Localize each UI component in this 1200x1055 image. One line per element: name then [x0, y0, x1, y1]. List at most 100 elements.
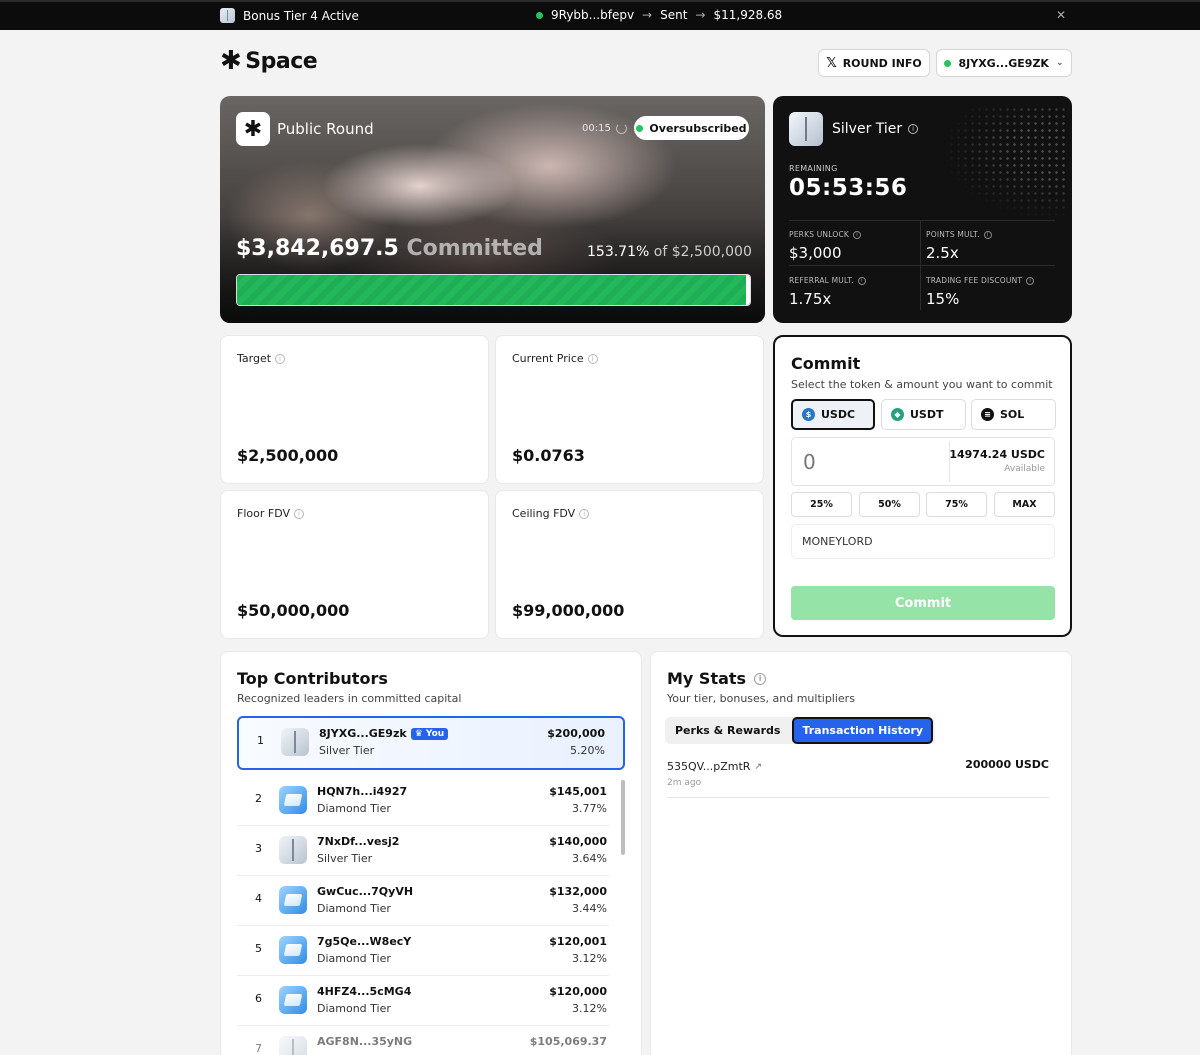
silver-tier-icon	[281, 728, 309, 756]
rank: 6	[255, 992, 262, 1005]
info-icon[interactable]: i	[983, 230, 992, 239]
token-sol-button[interactable]: ≡ SOL	[971, 399, 1056, 430]
amount-value[interactable]: 0	[803, 450, 816, 474]
perks-unlock-label: PERKS UNLOCK i	[789, 230, 862, 239]
info-icon[interactable]: i	[579, 508, 590, 519]
token-sol-label: SOL	[1000, 408, 1025, 421]
preset-25-button[interactable]: 25%	[791, 492, 852, 517]
rank: 3	[255, 842, 262, 855]
connected-dot-icon	[944, 59, 952, 67]
table-row-current-user[interactable]: 1 8JYXG...GE9zk ♛ You Silver Tier $200,0…	[237, 716, 625, 770]
contributor-tier: Silver Tier	[319, 744, 375, 757]
current-price-card: Current Price i $0.0763	[495, 335, 764, 484]
round-info-label: ROUND INFO	[842, 56, 922, 70]
silver-tier-card: Silver Tier i REMAINING 05:53:56 PERKS U…	[773, 96, 1072, 323]
round-info-button[interactable]: 𝕏 ROUND INFO	[818, 49, 930, 77]
preset-max-button[interactable]: MAX	[994, 492, 1055, 517]
trading-fee-label-text: TRADING FEE DISCOUNT	[926, 276, 1023, 285]
floor-label-text: Floor FDV	[237, 507, 290, 520]
scrollbar-thumb[interactable]	[621, 780, 625, 855]
progress-bar	[236, 274, 751, 306]
diamond-tier-icon	[279, 786, 307, 814]
info-icon[interactable]: i	[294, 508, 304, 519]
target-label: Target i	[237, 352, 286, 365]
rank: 4	[255, 892, 262, 905]
perks-unlock-label-text: PERKS UNLOCK	[789, 230, 850, 239]
silver-tier-icon	[279, 836, 307, 864]
percent-value: 153.71%	[587, 244, 650, 260]
external-link-icon[interactable]: ↗	[754, 762, 762, 772]
table-row[interactable]: 6 4HFZ4...5cMG4 Diamond Tier $120,000 3.…	[237, 976, 625, 1026]
announcement-bar: Bonus Tier 4 Active 9Rybb...bfepv → Sent…	[0, 0, 1200, 30]
dot-pattern	[948, 106, 1068, 216]
diamond-tier-icon	[279, 886, 307, 914]
contributors-title: Top Contributors	[237, 669, 388, 688]
silver-tier-icon	[220, 8, 235, 23]
transaction-amount: 200000 USDC	[965, 758, 1049, 771]
token-usdt-label: USDT	[910, 408, 944, 421]
ticker-amount: $11,928.68	[713, 8, 783, 22]
floor-fdv-card: Floor FDV i $50,000,000	[220, 490, 489, 639]
space-logo[interactable]: ✱ Space	[220, 48, 318, 74]
contributor-name: HQN7h...i4927	[317, 785, 408, 798]
info-icon[interactable]: i	[908, 124, 919, 134]
transaction-row[interactable]: 535QV...pZmtR ↗ 2m ago 200000 USDC	[667, 758, 1049, 798]
tab-perks-rewards[interactable]: Perks & Rewards	[667, 719, 788, 742]
sol-icon: ≡	[981, 408, 994, 421]
info-icon[interactable]: i	[1026, 276, 1035, 285]
table-row[interactable]: 3 7NxDf...vesj2 Silver Tier $140,000 3.6…	[237, 826, 625, 876]
rank: 1	[257, 734, 264, 747]
info-icon[interactable]: i	[587, 353, 598, 364]
contributor-amount: $140,000	[549, 835, 607, 848]
tier-name-text: Silver Tier	[832, 121, 903, 137]
preset-75-button[interactable]: 75%	[926, 492, 987, 517]
referral-code-input[interactable]: MONEYLORD	[791, 524, 1055, 559]
rank: 7	[255, 1042, 262, 1055]
of-target: of $2,500,000	[653, 244, 752, 260]
contributor-amount: $145,001	[549, 785, 607, 798]
chevron-down-icon: ⌄	[1055, 58, 1064, 68]
contributor-name: 7g5Qe...W8ecY	[317, 935, 412, 948]
wallet-button[interactable]: 8JYXG...GE9ZK ⌄	[936, 49, 1072, 77]
you-badge-text: You	[425, 728, 445, 739]
token-usdc-button[interactable]: $ USDC	[791, 399, 875, 430]
contributor-tier: Diamond Tier	[317, 802, 391, 815]
info-icon[interactable]: i	[275, 353, 286, 364]
table-row[interactable]: 4 GwCuc...7QyVH Diamond Tier $132,000 3.…	[237, 876, 625, 926]
tab-transaction-history[interactable]: Transaction History	[792, 717, 934, 744]
price-label: Current Price i	[512, 352, 598, 365]
progress-fill	[237, 275, 750, 305]
info-icon[interactable]: i	[754, 672, 767, 685]
contributor-tier: Diamond Tier	[317, 902, 391, 915]
live-dot-icon	[536, 11, 543, 19]
remaining-label: REMAINING	[789, 164, 838, 173]
info-icon[interactable]: i	[857, 276, 866, 285]
table-row[interactable]: 7 AGF8N...35yNG $105,069.37	[237, 1026, 625, 1055]
committed-total: $3,842,697.5 Committed	[236, 236, 543, 261]
info-icon[interactable]: i	[853, 230, 862, 239]
transaction-address-text: 535QV...pZmtR	[667, 760, 751, 773]
floor-label: Floor FDV i	[237, 507, 304, 520]
spinner-icon	[615, 123, 627, 134]
amount-input[interactable]: 0 14974.24 USDC Available	[791, 437, 1055, 486]
close-icon[interactable]: ✕	[1056, 8, 1066, 22]
stats-subtitle: Your tier, bonuses, and multipliers	[667, 692, 855, 705]
contributor-amount: $132,000	[549, 885, 607, 898]
stats-tabs: Perks & Rewards Transaction History	[665, 717, 936, 744]
available-label: Available	[1004, 464, 1045, 474]
ticker-wallet: 9Rybb...bfepv	[551, 8, 635, 22]
usdt-icon: ◆	[891, 408, 904, 421]
x-logo-icon: 𝕏	[826, 55, 837, 71]
table-row[interactable]: 2 HQN7h...i4927 Diamond Tier $145,001 3.…	[237, 776, 625, 826]
token-usdt-button[interactable]: ◆ USDT	[881, 399, 966, 430]
ceiling-value: $99,000,000	[512, 601, 625, 620]
table-row[interactable]: 5 7g5Qe...W8ecY Diamond Tier $120,001 3.…	[237, 926, 625, 976]
referral-mult-label: REFERRAL MULT. i	[789, 276, 866, 285]
transaction-address[interactable]: 535QV...pZmtR ↗	[667, 760, 762, 773]
preset-50-button[interactable]: 50%	[859, 492, 920, 517]
divider	[789, 265, 1055, 266]
commit-button[interactable]: Commit	[791, 586, 1055, 620]
points-mult-label-text: POINTS MULT.	[926, 230, 980, 239]
contributor-name: 4HFZ4...5cMG4	[317, 985, 412, 998]
tier-name: Silver Tier i	[832, 121, 919, 137]
